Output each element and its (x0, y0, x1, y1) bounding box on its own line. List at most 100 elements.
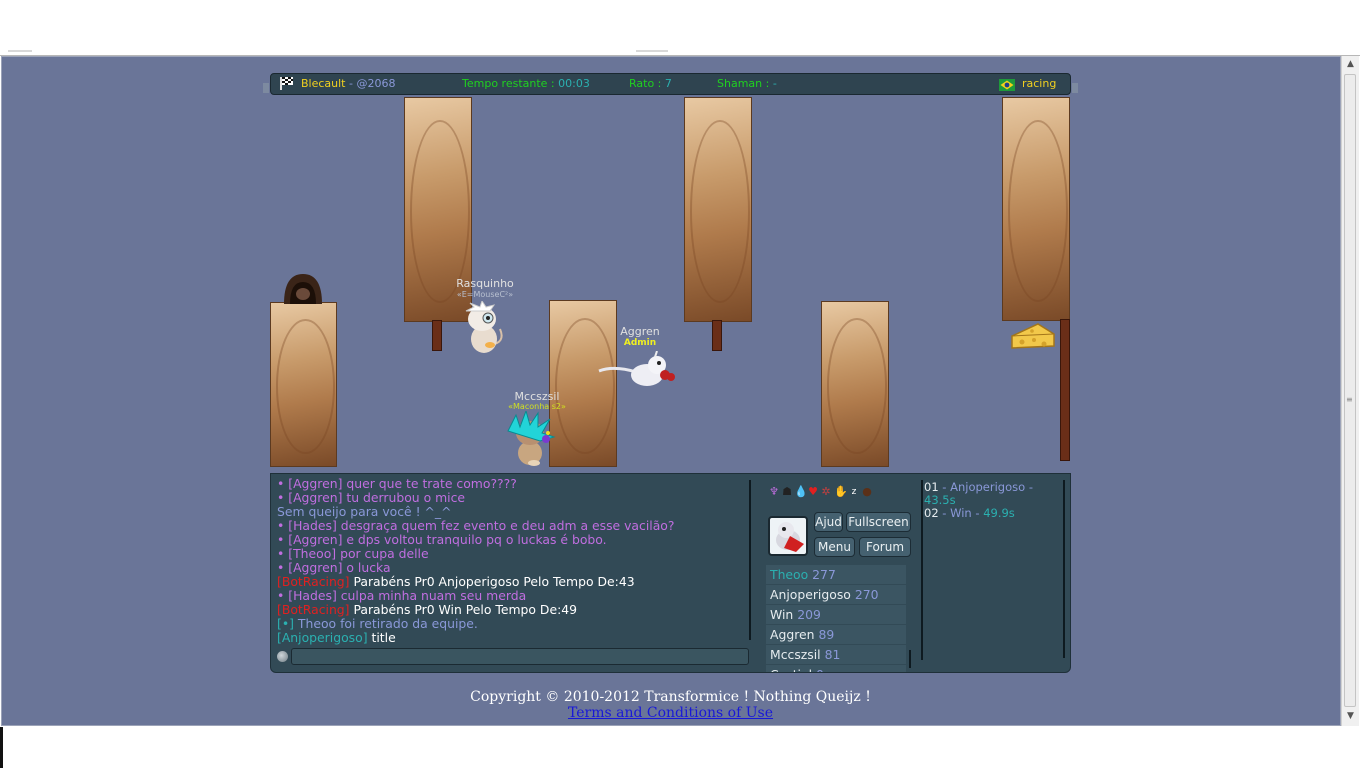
player-nick[interactable]: Aggren (600, 325, 680, 338)
player-score: 209 (797, 607, 821, 622)
heart-icon[interactable]: ♥ (807, 486, 819, 498)
chat-channel-icon[interactable] (277, 651, 288, 662)
scroll-thumb[interactable] (1344, 74, 1356, 707)
hud-right-tab (1072, 83, 1078, 93)
rank-separator: - (938, 506, 951, 520)
wood-plank (270, 302, 337, 467)
chat-sender: [Theoo] (288, 547, 341, 561)
chat-text: o lucka (346, 561, 391, 575)
mouse-hole-icon (284, 274, 322, 304)
chat-sender: [Aggren] (288, 477, 347, 491)
chat-message: Sem queijo para você ! ^_^ (277, 505, 747, 519)
chat-bullet: • (277, 561, 289, 575)
checkered-flag-icon (279, 76, 295, 90)
score-row[interactable]: Aggren 89 (766, 625, 906, 645)
player-score: 81 (824, 647, 841, 662)
scroll-up-icon[interactable]: ▲ (1342, 56, 1359, 73)
room-owner: Blecault (301, 77, 346, 90)
chat-message: • [Hades] culpa minha nuam seu merda (277, 589, 747, 603)
wood-plank (821, 301, 889, 467)
player-score: 89 (818, 627, 835, 642)
browser-bottom-area (0, 727, 1360, 768)
chat-text: culpa minha nuam seu merda (340, 589, 527, 603)
confetti-icon[interactable]: ✲ (820, 486, 832, 498)
player-mouse-icon[interactable] (595, 351, 675, 391)
chat-sender: [Hades] (288, 589, 341, 603)
wood-plank (1002, 97, 1070, 321)
chat-message: • [Aggren] tu derrubou o mice (277, 491, 747, 505)
rank-time: 43.5s (924, 493, 956, 507)
game-hud: Blecault - @2068 Tempo restante : 00:03 … (270, 73, 1071, 95)
terms-link[interactable]: Terms and Conditions of Use (568, 705, 773, 721)
clap-icon[interactable]: ✋ (834, 486, 848, 498)
angry-icon[interactable]: ☗ (781, 486, 793, 498)
menu-button[interactable]: Menu (814, 537, 855, 557)
dance-icon[interactable]: ♆ (768, 486, 780, 498)
time-value: 00:03 (558, 77, 590, 90)
chat-message: • [Hades] desgraça quem fez evento e deu… (277, 519, 747, 533)
chat-message: • [Aggren] e dps voltou tranquilo pq o l… (277, 533, 747, 547)
tab-underline (636, 50, 668, 52)
chat-bullet: • (277, 589, 289, 603)
chat-sender: [Hades] (288, 519, 341, 533)
chat-sender: [BotRacing] (277, 575, 354, 589)
chat-bullet: • (277, 547, 289, 561)
window-edge (0, 727, 3, 768)
game-window[interactable]: Blecault - @2068 Tempo restante : 00:03 … (263, 73, 1078, 673)
score-row[interactable]: Anjoperigoso 270 (766, 585, 906, 605)
facepaw-icon[interactable]: ● (861, 486, 873, 498)
rank-name: Win (950, 506, 972, 520)
tab-underline (8, 50, 32, 52)
chat-text: tu derrubou o mice (346, 491, 466, 505)
cry-icon[interactable]: 💧 (794, 486, 808, 498)
player-name: Theoo (770, 567, 809, 582)
ranking-row: 02 - Win - 49.9s (924, 506, 1015, 520)
score-row[interactable]: Win 209 (766, 605, 906, 625)
chat-sender: [Aggren] (288, 491, 347, 505)
room-name: racing (1022, 77, 1057, 90)
chat-bullet: • (277, 491, 289, 505)
race-ranking: 01 - Anjoperigoso - 43.5s 02 - Win - 49.9… (924, 481, 1066, 661)
game-map[interactable]: Rasquinho «E=MouseC²» Aggren Admin Mccsz… (270, 95, 1071, 495)
scroll-down-icon[interactable]: ▼ (1342, 708, 1359, 725)
chat-sender: [Anjoperigoso] (277, 631, 372, 645)
sleep-icon[interactable]: z (848, 486, 860, 498)
page-scrollbar[interactable]: ▲ ≡ ▼ (1341, 56, 1359, 726)
hud-separator: - (345, 77, 357, 90)
player-tribe: Admin (623, 338, 657, 348)
brazil-flag-icon (999, 78, 1015, 91)
chat-text: quer que te trate como???? (346, 477, 517, 491)
player-mouse-icon[interactable] (460, 301, 510, 357)
panel-divider (921, 480, 923, 660)
score-row[interactable]: Theoo 277 (766, 565, 906, 585)
chat-scrollbar[interactable] (749, 480, 751, 640)
cheese-icon (1011, 323, 1055, 349)
help-button[interactable]: Ajud (814, 512, 843, 532)
avatar[interactable] (768, 516, 808, 556)
fullscreen-button[interactable]: Fullscreen (846, 512, 911, 532)
player-score: 0 (816, 667, 824, 672)
chat-bullet: • (277, 477, 289, 491)
forum-button[interactable]: Forum (859, 537, 911, 557)
ranking-scrollbar[interactable] (1063, 480, 1065, 658)
chat-text: Sem queijo para você ! ^_^ (277, 505, 452, 519)
chat-text: e dps voltou tranquilo pq o luckas é bob… (346, 533, 607, 547)
wood-stick (712, 320, 722, 351)
rank-time: 49.9s (983, 506, 1015, 520)
score-scrollbar[interactable] (909, 650, 911, 668)
player-mouse-icon[interactable] (504, 411, 560, 467)
chat-text: desgraça quem fez evento e deu adm a ess… (340, 519, 675, 533)
chat-message: [•] Theoo foi retirado da equipe. (277, 617, 747, 631)
player-tribe: «E=MouseC²» (456, 290, 514, 299)
chat-bullet: • (277, 519, 289, 533)
player-nick[interactable]: Rasquinho (440, 277, 530, 290)
chat-message: • [Aggren] quer que te trate como???? (277, 477, 747, 491)
score-row[interactable]: Castiel 0 (766, 665, 906, 672)
score-row[interactable]: Mccszsil 81 (766, 645, 906, 665)
control-area: ♆ ☗ 💧 ♥ ✲ ✋ z ● Ajud Fullscreen Menu For… (766, 478, 916, 672)
mice-value: 7 (664, 77, 672, 90)
ranking-row: 01 - Anjoperigoso - 43.5s (924, 480, 1033, 507)
chat-input[interactable] (291, 648, 749, 665)
bottom-panel: • [Aggren] quer que te trate como???? • [… (270, 473, 1071, 673)
chat-message: [Anjoperigoso] title (277, 631, 747, 645)
